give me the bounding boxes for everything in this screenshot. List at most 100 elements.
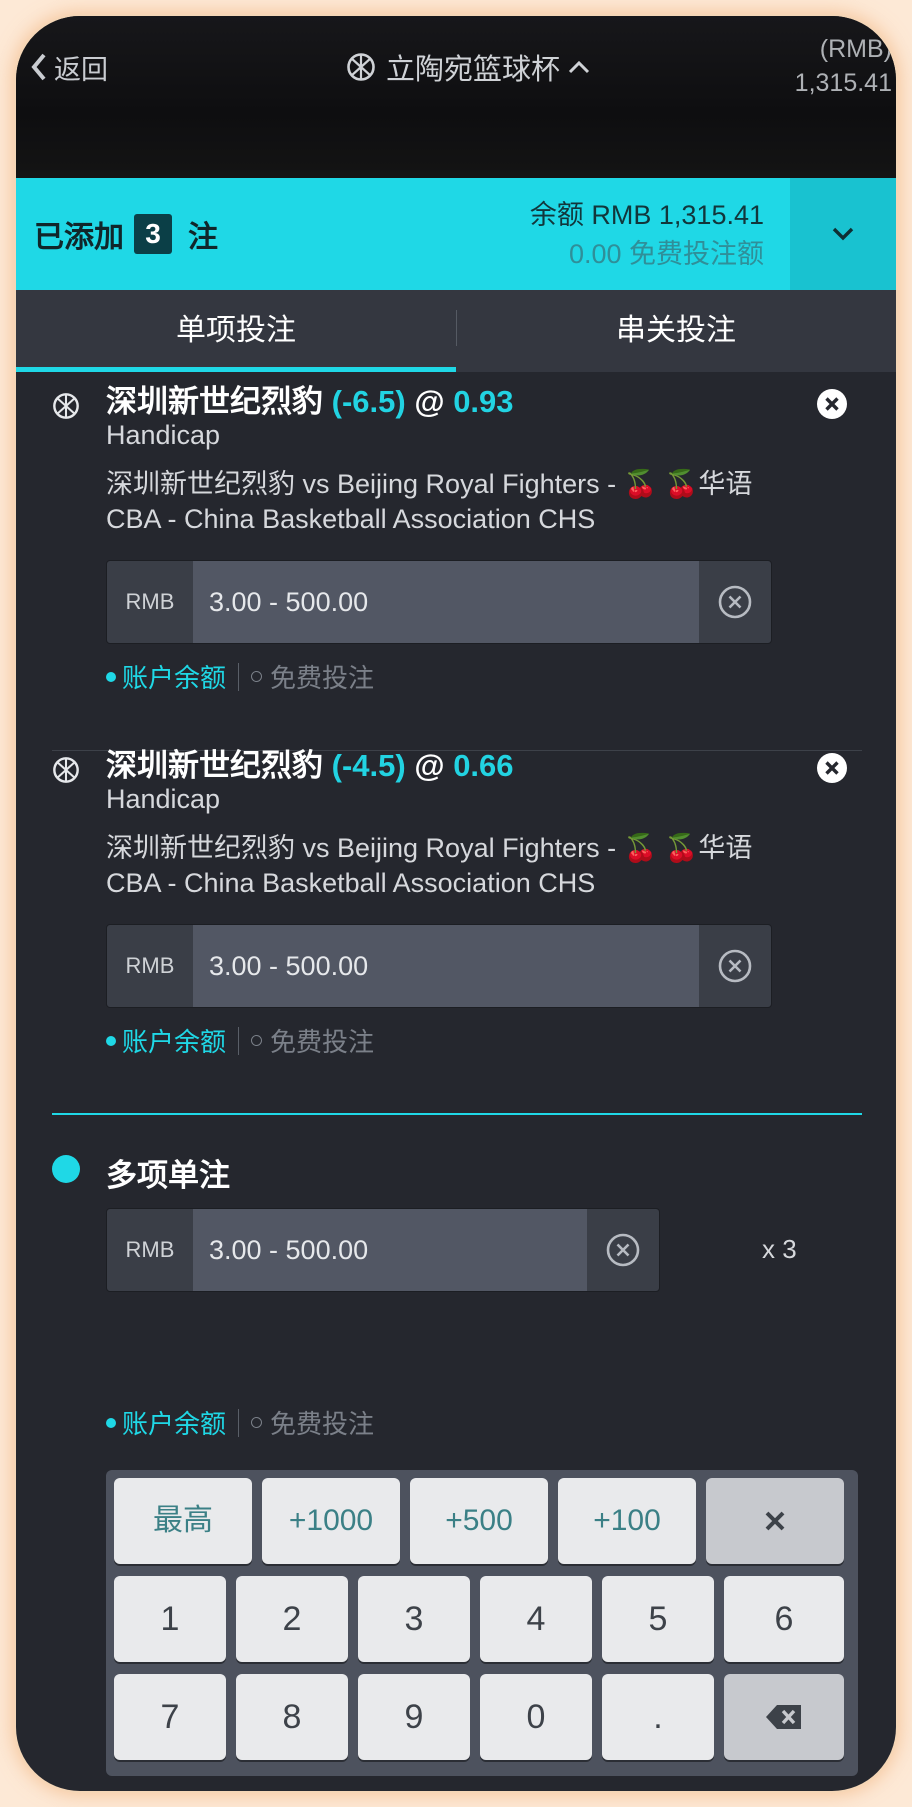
tab-single-bet[interactable]: 单项投注 xyxy=(16,290,456,372)
stake-input-group: RMB 3.00 - 500.00 xyxy=(106,560,772,644)
clear-stake-button[interactable] xyxy=(699,561,771,643)
bet-match: 深圳新世纪烈豹 vs Beijing Royal Fighters - 🍒 🍒华… xyxy=(106,469,753,499)
clear-circle-icon xyxy=(718,949,752,983)
header-balance-currency: (RMB) xyxy=(819,35,892,63)
tab-parlay-bet[interactable]: 串关投注 xyxy=(456,290,896,372)
option-account-balance[interactable]: 账户余额 xyxy=(106,1404,226,1441)
bet-count-badge: 3 xyxy=(134,214,172,254)
clear-circle-icon xyxy=(606,1233,640,1267)
bet-league: CBA - China Basketball Association CHS xyxy=(106,868,596,898)
keypad-close-button[interactable] xyxy=(706,1478,844,1564)
multi-stake-input-group: RMB 3.00 - 500.00 xyxy=(106,1208,660,1292)
option-account-balance-label: 账户余额 xyxy=(122,663,227,693)
stake-input[interactable]: 3.00 - 500.00 xyxy=(193,925,699,1007)
clear-multi-stake-button[interactable] xyxy=(587,1209,659,1291)
option-free-bet[interactable]: 免费投注 xyxy=(251,1404,374,1441)
bet-team: 深圳新世纪烈豹 xyxy=(106,384,323,419)
key-5[interactable]: 5 xyxy=(602,1576,714,1662)
stake-currency: RMB xyxy=(125,1237,175,1262)
option-divider xyxy=(238,1408,240,1437)
multi-bet-title: 多项单注 xyxy=(106,1158,230,1193)
selected-dot xyxy=(106,1035,116,1046)
header-balance: (RMB) 1,315.41 xyxy=(795,32,892,100)
close-circle-icon[interactable] xyxy=(816,752,848,784)
phone-screen: 返回 立陶宛篮球杯 (RMB) 1,315.41 已添加 3 注 余额 RMB … xyxy=(16,16,896,1791)
key-plus-500[interactable]: +500 xyxy=(410,1478,548,1564)
multi-section-divider xyxy=(52,1113,862,1115)
bet-type-tabs: 单项投注 串关投注 xyxy=(16,290,896,372)
option-free-bet[interactable]: 免费投注 xyxy=(251,658,374,695)
key-7[interactable]: 7 xyxy=(114,1674,226,1760)
option-account-balance-label: 账户余额 xyxy=(122,1027,227,1057)
stake-input-group: RMB 3.00 - 500.00 xyxy=(106,924,772,1008)
bet-line: (-4.5) xyxy=(331,748,406,783)
backspace-icon xyxy=(766,1705,801,1729)
close-circle-icon[interactable] xyxy=(816,388,848,420)
key-0[interactable]: 0 xyxy=(480,1674,592,1760)
key-2[interactable]: 2 xyxy=(236,1576,348,1662)
back-label: 返回 xyxy=(54,54,108,85)
bet-league: CBA - China Basketball Association CHS xyxy=(106,504,596,534)
key-plus-100[interactable]: +100 xyxy=(558,1478,696,1564)
bet-at: @ xyxy=(414,384,445,419)
key-4[interactable]: 4 xyxy=(480,1576,592,1662)
stake-currency: RMB xyxy=(125,953,175,978)
option-free-bet-label: 免费投注 xyxy=(270,1027,375,1057)
key-1[interactable]: 1 xyxy=(114,1576,226,1662)
key-3[interactable]: 3 xyxy=(358,1576,470,1662)
funding-options: 账户余额 免费投注 xyxy=(106,658,374,695)
multi-bet-indicator xyxy=(52,1155,80,1183)
event-title: 立陶宛篮球杯 xyxy=(386,54,561,86)
bet-at: @ xyxy=(414,748,445,783)
stake-keypad: 最高 +1000 +500 +100 1 2 3 4 5 6 7 8 9 0 . xyxy=(106,1470,858,1776)
basketball-icon xyxy=(53,757,79,783)
bets-added-label: 已添加 3 注 xyxy=(34,212,218,256)
top-bar: 返回 立陶宛篮球杯 (RMB) 1,315.41 xyxy=(16,16,896,178)
stake-input[interactable]: 3.00 - 500.00 xyxy=(193,561,699,643)
bet-line: (-6.5) xyxy=(331,384,406,419)
key-plus-1000[interactable]: +1000 xyxy=(262,1478,400,1564)
bet-market: Handicap xyxy=(106,784,221,814)
multi-stake-input[interactable]: 3.00 - 500.00 xyxy=(193,1209,587,1291)
key-max[interactable]: 最高 xyxy=(114,1478,252,1564)
clear-circle-icon xyxy=(718,585,752,619)
selected-dot xyxy=(106,1417,116,1428)
stake-currency: RMB xyxy=(125,589,175,614)
key-9[interactable]: 9 xyxy=(358,1674,470,1760)
close-icon xyxy=(765,1511,785,1531)
option-account-balance[interactable]: 账户余额 xyxy=(106,1022,226,1059)
unselected-ring xyxy=(251,671,263,682)
back-button[interactable]: 返回 xyxy=(30,46,108,88)
unselected-ring xyxy=(251,1417,263,1428)
backspace-button[interactable] xyxy=(724,1674,844,1760)
bet-team: 深圳新世纪烈豹 xyxy=(106,748,323,783)
header-balance-amount: 1,315.41 xyxy=(794,69,892,97)
bet-market: Handicap xyxy=(106,420,221,450)
event-title-toggle[interactable]: 立陶宛篮球杯 xyxy=(346,46,590,88)
key-decimal[interactable]: . xyxy=(602,1674,714,1760)
betslip-bar: 已添加 3 注 余额 RMB 1,315.41 0.00 免费投注额 xyxy=(16,178,896,290)
bet-selection: 深圳新世纪烈豹 (-6.5) @ 0.93 xyxy=(106,376,514,421)
bet-odds: 0.66 xyxy=(453,748,514,783)
option-account-balance-label: 账户余额 xyxy=(122,1409,227,1439)
bet-match: 深圳新世纪烈豹 vs Beijing Royal Fighters - 🍒 🍒华… xyxy=(106,833,753,863)
added-suffix: 注 xyxy=(188,221,218,254)
chevron-up-icon xyxy=(568,60,590,74)
key-8[interactable]: 8 xyxy=(236,1674,348,1760)
balance-line: 余额 RMB 1,315.41 xyxy=(529,200,764,230)
added-prefix: 已添加 xyxy=(34,221,124,254)
option-free-bet-label: 免费投注 xyxy=(270,663,375,693)
clear-stake-button[interactable] xyxy=(699,925,771,1007)
funding-options: 账户余额 免费投注 xyxy=(106,1022,374,1059)
option-divider xyxy=(238,662,240,691)
option-account-balance[interactable]: 账户余额 xyxy=(106,658,226,695)
multiplier-label: x 3 xyxy=(762,1234,797,1264)
key-6[interactable]: 6 xyxy=(724,1576,844,1662)
basketball-icon xyxy=(347,53,375,81)
basketball-icon xyxy=(53,393,79,419)
collapse-betslip-button[interactable] xyxy=(790,178,896,290)
bet-selection: 深圳新世纪烈豹 (-4.5) @ 0.66 xyxy=(106,740,514,785)
funding-options: 账户余额 免费投注 xyxy=(106,1404,374,1441)
option-free-bet[interactable]: 免费投注 xyxy=(251,1022,374,1059)
betslip-content: 深圳新世纪烈豹 (-6.5) @ 0.93 Handicap 深圳新世纪烈豹 v… xyxy=(16,372,896,1791)
